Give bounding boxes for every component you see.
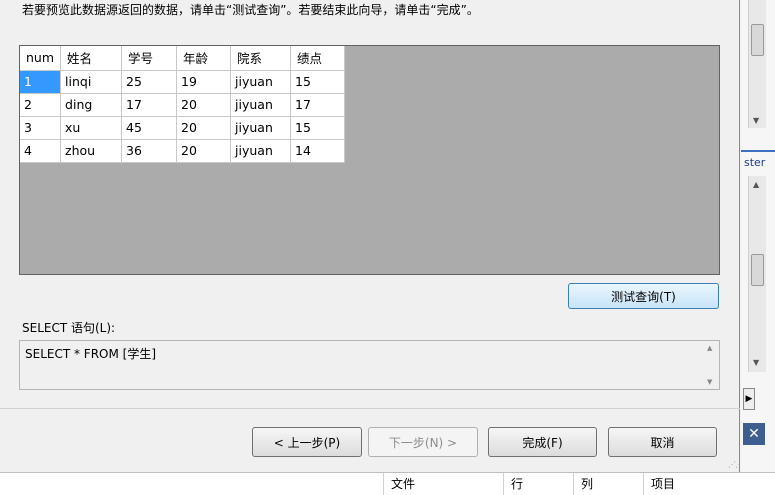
grid-cell[interactable]: 4 bbox=[20, 139, 62, 163]
footer-separator bbox=[0, 408, 740, 409]
grid-cell[interactable]: 17 bbox=[121, 93, 178, 117]
column-divider bbox=[503, 473, 504, 495]
background-error-list-header: 文件 行 列 项目 bbox=[0, 472, 775, 495]
table-row[interactable]: 3 xu 45 20 jiyuan 15 bbox=[20, 116, 346, 140]
test-query-button[interactable]: 测试查询(T) bbox=[568, 283, 719, 309]
grid-cell[interactable]: 36 bbox=[121, 139, 178, 163]
grid-cell[interactable]: 19 bbox=[176, 70, 232, 94]
instruction-text: 若要预览此数据源返回的数据，请单击“测试查询”。若要结束此向导，请单击“完成”。 bbox=[22, 3, 479, 17]
grid-column-header[interactable]: 学号 bbox=[121, 46, 178, 71]
grid-column-header[interactable]: 院系 bbox=[230, 46, 292, 71]
scroll-down-icon[interactable]: ▼ bbox=[753, 358, 759, 367]
sql-statement-box[interactable]: SELECT * FROM [学生] ▲ ▼ bbox=[19, 340, 720, 390]
scroll-up-icon[interactable]: ▲ bbox=[753, 180, 759, 189]
scroll-down-icon[interactable]: ▼ bbox=[753, 116, 759, 125]
grid-cell[interactable]: jiyuan bbox=[230, 139, 292, 163]
configure-data-source-dialog: 若要预览此数据源返回的数据，请单击“测试查询”。若要结束此向导，请单击“完成”。… bbox=[0, 0, 743, 472]
grid-cell[interactable]: 25 bbox=[121, 70, 178, 94]
sql-label: SELECT 语句(L): bbox=[22, 321, 116, 335]
grid-cell[interactable]: 15 bbox=[290, 116, 346, 140]
close-icon[interactable]: ✕ bbox=[743, 423, 765, 445]
table-row[interactable]: 1 linqi 25 19 jiyuan 15 bbox=[20, 70, 346, 94]
cancel-button[interactable]: 取消 bbox=[608, 427, 717, 457]
finish-button[interactable]: 完成(F) bbox=[488, 427, 597, 457]
grid-cell[interactable]: 14 bbox=[290, 139, 346, 163]
background-partial-text: ster bbox=[744, 156, 766, 169]
column-header-project[interactable]: 项目 bbox=[651, 475, 675, 492]
grid-cell[interactable]: ding bbox=[60, 93, 123, 117]
column-header-column[interactable]: 列 bbox=[581, 475, 593, 492]
column-divider bbox=[643, 473, 644, 495]
grid-cell[interactable]: 20 bbox=[176, 116, 232, 140]
grid-cell[interactable]: 20 bbox=[176, 93, 232, 117]
back-button[interactable]: < 上一步(P) bbox=[252, 427, 362, 457]
grid-cell[interactable]: 15 bbox=[290, 70, 346, 94]
chevron-right-icon[interactable]: ▶ bbox=[743, 388, 755, 410]
grid-cell[interactable]: 17 bbox=[290, 93, 346, 117]
column-header-file[interactable]: 文件 bbox=[391, 475, 415, 492]
grid-cell[interactable]: 3 bbox=[20, 116, 62, 140]
scrollbar-thumb[interactable] bbox=[751, 24, 764, 56]
background-scrollbar-bottom[interactable]: ▲ ▼ bbox=[748, 176, 766, 372]
grid-cell[interactable]: 1 bbox=[20, 70, 62, 94]
grid-column-header[interactable]: num bbox=[20, 46, 62, 71]
grid-cell[interactable]: xu bbox=[60, 116, 123, 140]
preview-grid[interactable]: num 姓名 学号 年龄 院系 绩点 1 linqi 25 19 jiyuan … bbox=[20, 46, 346, 163]
column-divider bbox=[383, 473, 384, 495]
sql-text[interactable]: SELECT * FROM [学生] bbox=[25, 347, 156, 361]
grid-cell[interactable]: 2 bbox=[20, 93, 62, 117]
grid-column-header[interactable]: 姓名 bbox=[60, 46, 123, 71]
table-row[interactable]: 2 ding 17 20 jiyuan 17 bbox=[20, 93, 346, 117]
table-row[interactable]: 4 zhou 36 20 jiyuan 14 bbox=[20, 139, 346, 163]
next-button[interactable]: 下一步(N) > bbox=[368, 427, 478, 457]
grid-cell[interactable]: jiyuan bbox=[230, 116, 292, 140]
grid-cell[interactable]: zhou bbox=[60, 139, 123, 163]
scroll-down-icon[interactable]: ▼ bbox=[707, 378, 712, 386]
scroll-up-icon[interactable]: ▲ bbox=[707, 344, 712, 352]
background-tab-strip bbox=[741, 150, 775, 152]
background-scrollbar-top[interactable]: ▼ bbox=[748, 0, 766, 128]
grid-column-header[interactable]: 绩点 bbox=[290, 46, 346, 71]
column-divider bbox=[573, 473, 574, 495]
preview-grid-panel[interactable]: num 姓名 学号 年龄 院系 绩点 1 linqi 25 19 jiyuan … bbox=[19, 45, 720, 275]
sql-scrollbar[interactable]: ▲ ▼ bbox=[703, 341, 719, 389]
scrollbar-thumb[interactable] bbox=[751, 254, 764, 286]
column-header-line[interactable]: 行 bbox=[511, 475, 523, 492]
resize-grip-icon[interactable]: ⋰⋰ bbox=[728, 460, 743, 469]
grid-cell[interactable]: 20 bbox=[176, 139, 232, 163]
grid-cell[interactable]: linqi bbox=[60, 70, 123, 94]
grid-cell[interactable]: 45 bbox=[121, 116, 178, 140]
grid-cell[interactable]: jiyuan bbox=[230, 93, 292, 117]
grid-column-header[interactable]: 年龄 bbox=[176, 46, 232, 71]
grid-cell[interactable]: jiyuan bbox=[230, 70, 292, 94]
grid-header-row: num 姓名 学号 年龄 院系 绩点 bbox=[20, 46, 346, 71]
